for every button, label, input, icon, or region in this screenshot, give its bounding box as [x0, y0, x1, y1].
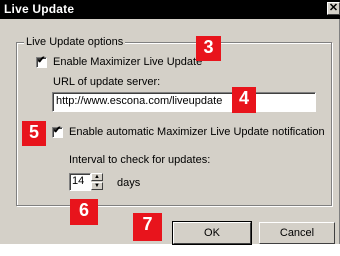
callout-badge-6: 6: [70, 199, 98, 225]
interval-unit-label: days: [117, 177, 141, 189]
callout-badge-4: 4: [232, 87, 256, 113]
live-update-dialog: Live Update ✕ Live Update options ✔ Enab…: [0, 0, 340, 245]
close-icon[interactable]: ✕: [327, 2, 340, 15]
interval-input[interactable]: 14: [69, 173, 91, 191]
options-group-legend: Live Update options: [24, 36, 126, 48]
window-title: Live Update: [4, 2, 75, 16]
title-bar[interactable]: Live Update ✕: [0, 0, 340, 19]
enable-notification-label[interactable]: Enable automatic Maximizer Live Update n…: [69, 126, 325, 138]
enable-notification-checkbox[interactable]: ✔: [52, 125, 63, 138]
interval-label: Interval to check for updates:: [69, 154, 211, 166]
spin-down-arrow-icon[interactable]: ▼: [91, 182, 103, 190]
enable-live-update-checkbox[interactable]: ✔: [36, 55, 47, 68]
checkmark-icon: ✔: [53, 125, 62, 136]
spin-up-arrow-icon[interactable]: ▲: [91, 173, 103, 181]
update-server-url-input[interactable]: http://www.escona.com/liveupdate: [52, 92, 316, 112]
interval-spinner[interactable]: ▲ ▼: [91, 173, 107, 191]
url-label: URL of update server:: [53, 76, 161, 88]
checkmark-icon: ✔: [37, 55, 46, 66]
callout-badge-5: 5: [22, 121, 46, 146]
enable-live-update-label[interactable]: Enable Maximizer Live Update: [53, 56, 202, 68]
ok-button[interactable]: OK: [172, 221, 252, 245]
callout-badge-3: 3: [196, 36, 221, 61]
callout-badge-7: 7: [133, 213, 162, 241]
cancel-button[interactable]: Cancel: [259, 222, 335, 244]
